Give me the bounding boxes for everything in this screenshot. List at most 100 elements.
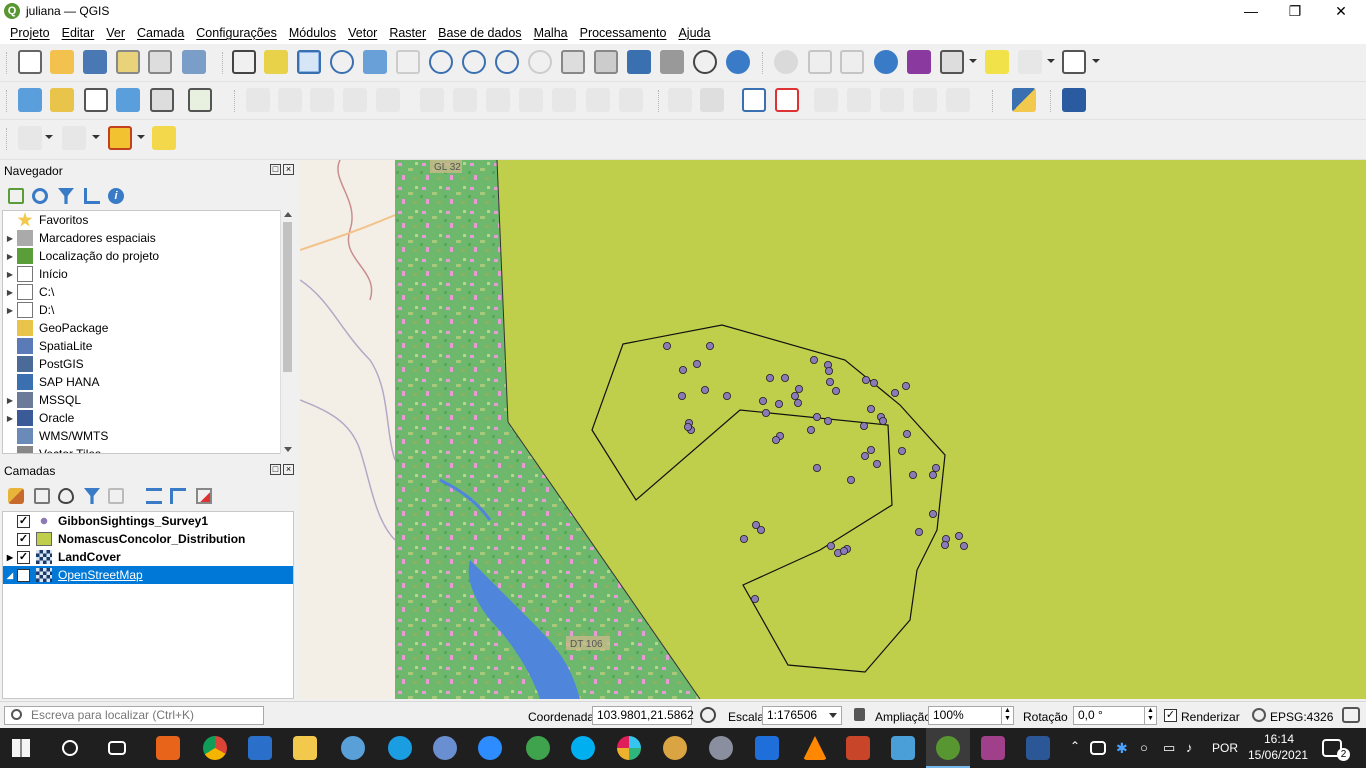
new-bookmark-icon[interactable] [627,50,651,74]
expand-all-icon[interactable] [146,488,162,504]
save-project-icon[interactable] [83,50,107,74]
browser-item-geopackage[interactable]: GeoPackage [3,319,293,337]
browser-item-localiza-o-do-projeto[interactable]: ▶ Localização do projeto [3,247,293,265]
filter-expression-icon[interactable] [108,488,124,504]
volume-icon[interactable]: ♪ [1186,740,1193,755]
skype-icon[interactable] [571,736,595,760]
select-by-expression-icon[interactable] [108,126,132,150]
text-annotation-icon[interactable] [1062,50,1086,74]
layer-item-landcover[interactable]: ▶ ✓ LandCover [3,548,293,566]
file-explorer-icon[interactable] [293,736,317,760]
word-icon[interactable] [1026,736,1050,760]
select-location-icon[interactable] [152,126,176,150]
add-geopackage-icon[interactable] [50,88,74,112]
language-indicator[interactable]: POR [1212,741,1238,755]
highlight-labels-icon[interactable] [742,88,766,112]
store-icon[interactable] [248,736,272,760]
layer-labeling-icon[interactable] [775,88,799,112]
menu-projeto[interactable]: Projeto [4,26,56,40]
clock-date[interactable]: 15/06/2021 [1248,748,1308,762]
new-project-icon[interactable] [18,50,42,74]
deselect-features-icon[interactable] [62,126,86,150]
chevron-down-icon[interactable] [1092,59,1100,63]
layer-visibility-checkbox[interactable]: ✓ [17,514,30,528]
messages-icon[interactable] [1342,707,1360,723]
bluetooth-icon[interactable]: ✱ [1116,740,1128,757]
locator-input[interactable]: Escreva para localizar (Ctrl+K) [4,706,264,725]
close-icon[interactable]: ✕ [1318,0,1364,22]
rstudio-icon[interactable] [709,736,733,760]
menu-processamento[interactable]: Processamento [574,26,673,40]
zoom-to-layer-icon[interactable] [429,50,453,74]
layer-item-nomascusconcolor-distribution[interactable]: ✓ NomascusConcolor_Distribution [3,530,293,548]
windows-start-icon[interactable] [12,739,30,757]
diagram-tool-icon[interactable] [700,88,724,112]
pan-hand-icon[interactable] [232,50,256,74]
scale-combobox[interactable]: 1:176506 [762,706,842,725]
zoom-in-icon[interactable] [297,50,321,74]
battery-icon[interactable]: ▭ [1163,740,1175,756]
expand-arrow-icon[interactable]: ▶ [3,414,17,423]
field-calculator-icon[interactable] [840,50,864,74]
visibility-eye-icon[interactable] [58,488,74,504]
add-virtual-layer-icon[interactable] [188,88,212,112]
minimize-icon[interactable]: — [1228,0,1274,22]
zoom-app-icon[interactable] [478,736,502,760]
save-edits-icon[interactable] [310,88,334,112]
scroll-down-icon[interactable] [284,447,292,452]
browser-item-vector-tiles[interactable]: Vector Tiles [3,445,293,453]
map-tips-icon[interactable] [985,50,1009,74]
media-player-icon[interactable] [156,736,180,760]
vlc-icon[interactable] [803,736,827,760]
copy-features-icon[interactable] [519,88,543,112]
modify-attributes-icon[interactable] [420,88,444,112]
slack-icon[interactable] [617,736,641,760]
search-icon[interactable] [62,740,78,756]
zoom-spinbox[interactable]: 100% ▲ ▼ [928,706,1014,725]
menu-m-dulos[interactable]: Módulos [283,26,342,40]
browser-item-oracle[interactable]: ▶ Oracle [3,409,293,427]
winrar-icon[interactable] [981,736,1005,760]
vertex-tool-icon[interactable] [376,88,400,112]
browser-item-postgis[interactable]: PostGIS [3,355,293,373]
add-feature-icon[interactable] [343,88,367,112]
help-icon[interactable] [1062,88,1086,112]
expand-arrow-icon[interactable]: ▶ [3,270,17,279]
spin-arrows-icon[interactable]: ▲ ▼ [1001,707,1013,724]
vpn-app-icon[interactable] [526,736,550,760]
temporal-controller-icon[interactable] [693,50,717,74]
attribute-table-icon[interactable] [808,50,832,74]
remove-layer-icon[interactable] [196,488,212,504]
powerpoint-icon[interactable] [846,736,870,760]
render-checkbox[interactable]: ✓ [1164,709,1177,722]
layer-item-gibbonsightings-survey1[interactable]: ✓ GibbonSightings_Survey1 [3,512,293,530]
style-manager-icon[interactable] [182,50,206,74]
layer-item-openstreetmap[interactable]: ◢ ✓ OpenStreetMap [3,566,293,584]
cut-features-icon[interactable] [486,88,510,112]
browser-item-mssql[interactable]: ▶ MSSQL [3,391,293,409]
menu-malha[interactable]: Malha [528,26,574,40]
add-delimited-text-icon[interactable] [84,88,108,112]
scroll-up-icon[interactable] [284,212,292,217]
zoom-last-icon[interactable] [495,50,519,74]
float-panel-icon[interactable]: □ [270,164,281,175]
expand-arrow-icon[interactable]: ▶ [3,288,17,297]
browser-item-favoritos[interactable]: Favoritos [3,211,293,229]
new-print-layout-icon[interactable] [116,50,140,74]
show-hide-labels-icon[interactable] [847,88,871,112]
menu-base-de-dados[interactable]: Base de dados [432,26,527,40]
pan-to-selection-icon[interactable] [264,50,288,74]
new-map-view-icon[interactable] [561,50,585,74]
chevron-down-icon[interactable] [45,135,53,139]
lock-icon[interactable] [854,708,865,721]
filter-legend-icon[interactable] [84,488,100,504]
delete-selected-icon[interactable] [453,88,477,112]
chevron-down-icon[interactable] [969,59,977,63]
expand-arrow-icon[interactable]: ▶ [3,252,17,261]
add-spatialite-icon[interactable] [116,88,140,112]
label-tool-icon[interactable] [668,88,692,112]
clock-time[interactable]: 16:14 [1264,732,1294,746]
pin-labels-icon[interactable] [814,88,838,112]
browser-item-sap-hana[interactable]: SAP HANA [3,373,293,391]
layer-visibility-checkbox[interactable]: ✓ [17,568,30,582]
